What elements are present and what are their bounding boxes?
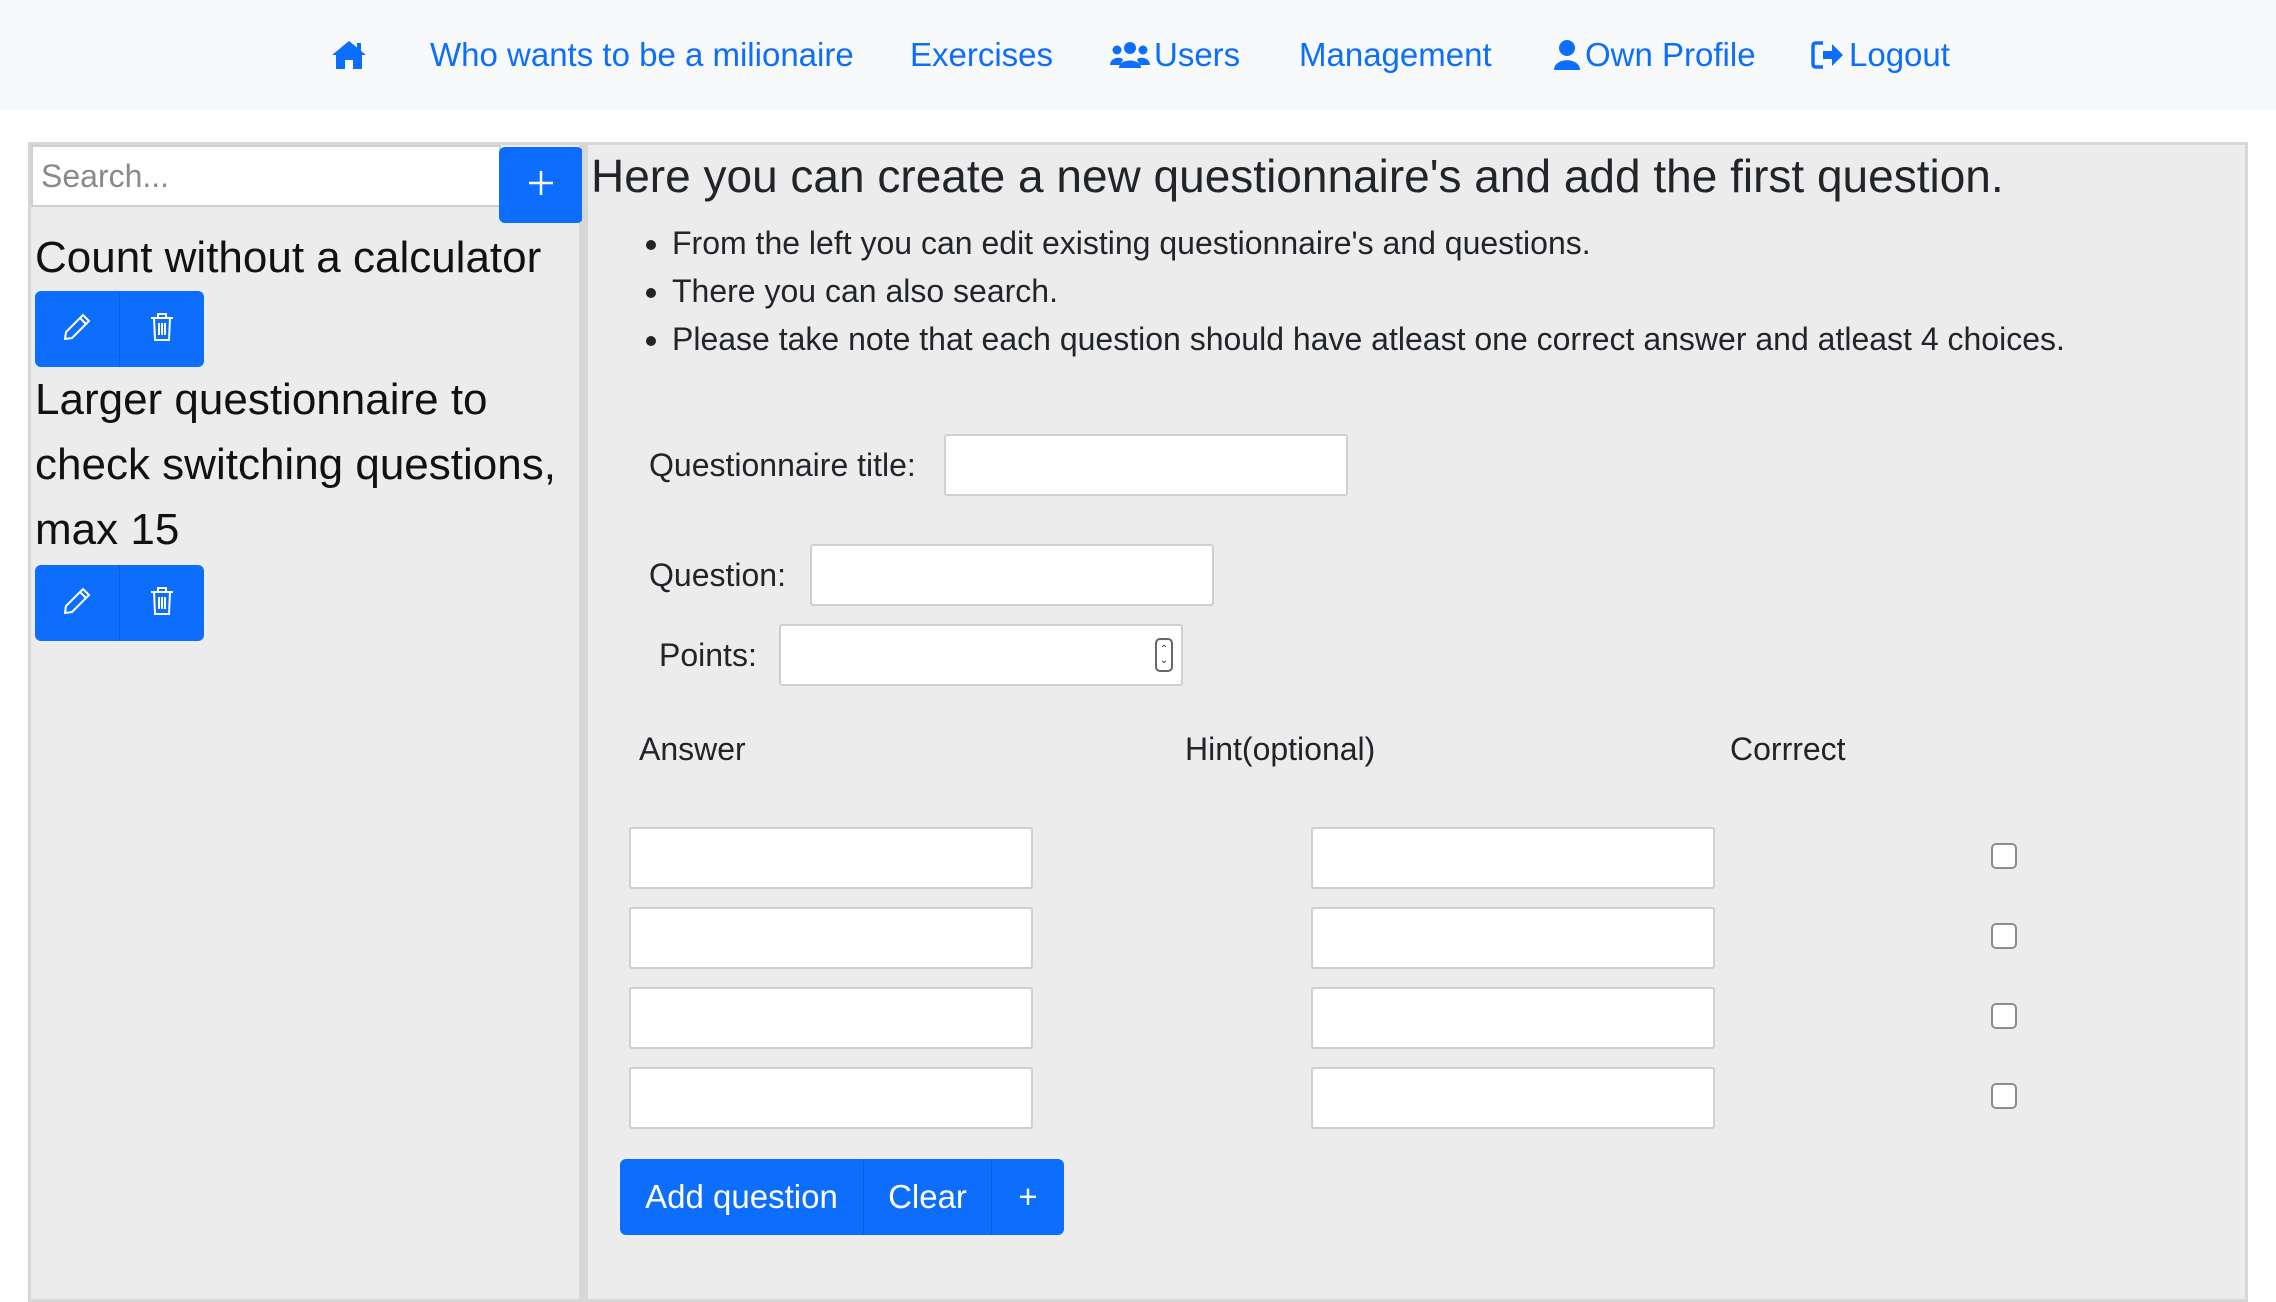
hint-input[interactable] [1311,987,1715,1049]
nav-exercises[interactable]: Exercises [910,0,1053,110]
pencil-icon [61,585,93,622]
trash-icon [148,585,176,622]
add-answer-button[interactable]: + [992,1159,1064,1235]
answer-input[interactable] [629,907,1033,969]
questionnaire-title: Larger questionnaire to check switching … [35,375,556,554]
correct-checkbox[interactable] [1991,923,2017,949]
answer-input[interactable] [629,827,1033,889]
sign-out-icon [1811,40,1845,70]
nav-management-label: Management [1299,36,1492,73]
questionnaire-sidebar: Count without a calculator Larger questi… [28,142,583,1302]
points-input[interactable] [779,624,1183,686]
pencil-icon [61,311,93,348]
clear-label: Clear [888,1178,967,1215]
delete-questionnaire-button[interactable] [120,291,204,367]
correct-checkbox[interactable] [1991,1083,2017,1109]
plus-icon [527,169,555,202]
question-input[interactable] [810,544,1214,606]
questionnaire-actions [35,291,204,367]
add-question-button[interactable]: Add question [620,1159,864,1235]
clear-button[interactable]: Clear [864,1159,992,1235]
add-questionnaire-button[interactable] [499,147,583,223]
nav-own-profile[interactable]: Own Profile [1553,0,1756,110]
question-label: Question: [649,557,786,593]
nav-users-label: Users [1154,36,1241,73]
answer-column-header: Answer [639,731,746,767]
instructions-list: From the left you can edit existing ques… [636,219,2065,363]
users-icon [1110,40,1150,70]
nav-milionaire[interactable]: Who wants to be a milionaire [430,0,854,110]
edit-questionnaire-button[interactable] [35,291,120,367]
search-input[interactable] [31,145,501,207]
hint-column-header: Hint(optional) [1185,731,1376,767]
hint-input[interactable] [1311,907,1715,969]
plus-label: + [1018,1178,1038,1215]
nav-home[interactable] [330,0,372,110]
user-icon [1553,39,1581,71]
questionnaire-title-input[interactable] [944,434,1348,496]
top-navbar: Who wants to be a milionaire Exercises U… [0,0,2276,110]
page-title: Here you can create a new questionnaire'… [591,150,2004,202]
delete-questionnaire-button[interactable] [120,565,204,641]
nav-users[interactable]: Users [1110,0,1240,110]
instruction-item: There you can also search. [672,267,2065,315]
create-questionnaire-panel: Here you can create a new questionnaire'… [582,142,2248,1302]
answer-input[interactable] [629,1067,1033,1129]
nav-exercises-label: Exercises [910,36,1054,73]
points-label: Points: [659,637,757,673]
points-stepper-icon[interactable]: ⌃ ⌄ [1155,638,1173,672]
nav-logout-label: Logout [1849,36,1950,73]
questionnaire-title: Count without a calculator [35,233,542,282]
answer-input[interactable] [629,987,1033,1049]
correct-column-header: Corrrect [1730,731,1846,767]
instruction-item: From the left you can edit existing ques… [672,219,2065,267]
instruction-item: Please take note that each question shou… [672,315,2065,363]
nav-own-profile-label: Own Profile [1585,36,1756,73]
trash-icon [148,311,176,348]
correct-checkbox[interactable] [1991,843,2017,869]
questionnaire-actions [35,565,204,641]
correct-checkbox[interactable] [1991,1003,2017,1029]
nav-logout[interactable]: Logout [1811,0,1950,110]
edit-questionnaire-button[interactable] [35,565,120,641]
hint-input[interactable] [1311,827,1715,889]
nav-management[interactable]: Management [1299,0,1492,110]
add-question-label: Add question [645,1178,838,1215]
nav-milionaire-label: Who wants to be a milionaire [430,36,854,73]
points-field: ⌃ ⌄ [779,624,1183,686]
questionnaire-title-label: Questionnaire title: [649,447,916,483]
hint-input[interactable] [1311,1067,1715,1129]
home-icon [330,39,368,71]
